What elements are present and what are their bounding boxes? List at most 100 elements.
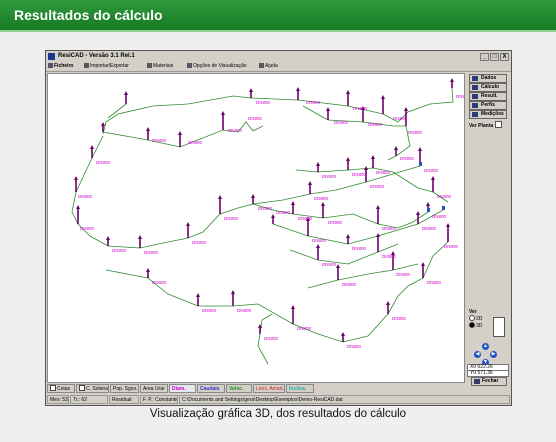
tab-diam[interactable]: Diam. [169,384,196,393]
manhole-cap [251,194,255,198]
tab-veloc[interactable]: Veloc. [226,384,252,393]
status-path: C:\Documents and Settings\gera\Desktop\E… [179,395,510,404]
calculo-button[interactable]: Cálculo [469,83,507,92]
manhole-cap [146,127,150,131]
menu-materiais[interactable]: Materiais [147,62,173,71]
manhole-cap [431,176,435,180]
materials-icon [147,63,152,68]
figure-caption: Visualização gráfica 3D, dos resultados … [149,408,407,420]
pipe-diameter-label: DN800 [112,248,127,253]
sewer-network-drawing[interactable]: DN800 DN800 DN800 DN800 DN800 DN800 DN800 DN800… [48,74,464,382]
result-button[interactable]: Result. [469,92,507,101]
manhole-cap [341,332,345,336]
pipe-diameter-label: DN800 [298,216,313,221]
c-soleira-checkbox[interactable] [79,385,85,391]
pipe-diameter-label: DN800 [408,130,423,135]
pipe-diameter-label: DN800 [427,280,442,285]
ver-group: Ver 2D 3D [469,309,489,337]
nav-right-icon[interactable]: ▶ [490,351,497,358]
tab-c-soleira[interactable]: C. Soleira [76,384,109,393]
manhole-cap [90,145,94,149]
profiles-icon [472,103,478,108]
tab-caudais[interactable]: Caudais [197,384,225,393]
pipe-diameter-label: DN800 [228,128,243,133]
ver-3d-option[interactable]: 3D [469,322,489,329]
close-button[interactable]: X [500,53,509,61]
menu-ficheiro[interactable]: Ficheiro [48,62,73,71]
pipe-diameter-label: DN800 [248,116,263,121]
ver-planta-checkbox[interactable]: Ver Planta [469,121,503,129]
manhole-cap [271,214,275,218]
pipe-segment [302,105,411,161]
manhole-cap [291,201,295,205]
manhole-cap [346,90,350,94]
minimize-button[interactable]: _ [480,53,489,61]
page-banner: Resultados do cálculo [0,0,556,30]
drawing-canvas[interactable]: DN800 DN800 DN800 DN800 DN800 DN800 DN800 DN800… [47,73,465,383]
tab-pop-sgov[interactable]: Pop. Sgov. [110,384,139,393]
nav-left-icon[interactable]: ◀ [474,351,481,358]
pipe-diameter-label: DN800 [347,344,362,349]
manhole-cap [336,264,340,268]
banner-title: Resultados do cálculo [14,7,163,23]
pipe-segment [252,165,421,205]
view-options-icon [187,63,192,68]
manhole-cap [186,222,190,226]
dados-button[interactable]: Dados [469,74,507,83]
status-mes: Mes: 53 [47,395,69,404]
pipe-diameter-label: DN800 [152,280,167,285]
maximize-button[interactable]: □ [490,53,499,61]
selected-node-marker [442,206,445,210]
pipe-diameter-label: DN800 [264,336,279,341]
pipe-diameter-label: DN800 [328,220,343,225]
cotas-checkbox[interactable] [50,385,56,391]
pipe-diameter-label: DN800 [237,308,252,313]
pipe-diameter-label: DN800 [396,272,411,277]
perfis-button[interactable]: Perfis [469,101,507,110]
manhole-cap [74,176,78,180]
menu-ajuda[interactable]: Ajuda [259,62,278,71]
manhole-cap [124,91,128,95]
radio-3d[interactable] [469,322,475,328]
pipe-segment [250,87,454,123]
pipe-diameter-label: DN800 [322,174,337,179]
nav-up-icon[interactable]: ▲ [482,343,489,350]
measure-icon [472,112,478,117]
pipe-diameter-label: DN800 [322,262,337,267]
manhole-cap [296,87,300,91]
medicoes-button[interactable]: Medições [469,110,507,119]
menu-opcoes-visualizacao[interactable]: Opções de Visualização [187,62,247,71]
menu-importar-exportar[interactable]: Importar/Exportar [84,62,129,71]
manhole-cap [146,268,150,272]
ver-planta-box[interactable] [495,121,503,128]
manhole-cap [221,111,225,115]
ver-2d-option[interactable]: 2D [469,315,489,322]
pipe-diameter-label: DN800 [297,326,312,331]
tab-cotas[interactable]: Cotas [47,384,75,393]
banner-divider [0,30,556,32]
tab-inclina[interactable]: Inclina. [286,384,314,393]
results-icon [472,94,478,99]
pipe-diameter-label: DN800 [188,140,203,145]
tab-lens-amart[interactable]: Lens. Amart. [253,384,285,393]
status-bar: Mes: 53 Tr.: 62 Residual F. P.: Constant… [47,395,510,404]
pipe-segment [71,135,254,249]
display-options-tabs: Cotas C. Soleira Pop. Sgov. Area Urar Di… [47,384,467,394]
status-fp: F. P.: Constante [140,395,178,404]
pipe-diameter-label: DN800 [422,226,437,231]
manhole-cap [346,234,350,238]
pipe-diameter-label: DN800 [432,214,447,219]
fechar-button[interactable]: Fechar [471,377,507,386]
tab-area-urar[interactable]: Area Urar [140,384,168,393]
manhole-cap [218,195,222,199]
pipe-segment [105,241,449,343]
pipe-diameter-label: DN800 [382,254,397,259]
help-icon [259,63,264,68]
pipe-diameter-label: DN800 [256,100,271,105]
manhole-cap [450,78,454,82]
pipe-diameter-label: DN800 [353,106,368,111]
pipe-diameter-label: DN800 [376,170,391,175]
radio-2d[interactable] [469,315,475,321]
manhole-cap [421,262,425,266]
pipe-diameter-label: DN800 [424,168,439,173]
